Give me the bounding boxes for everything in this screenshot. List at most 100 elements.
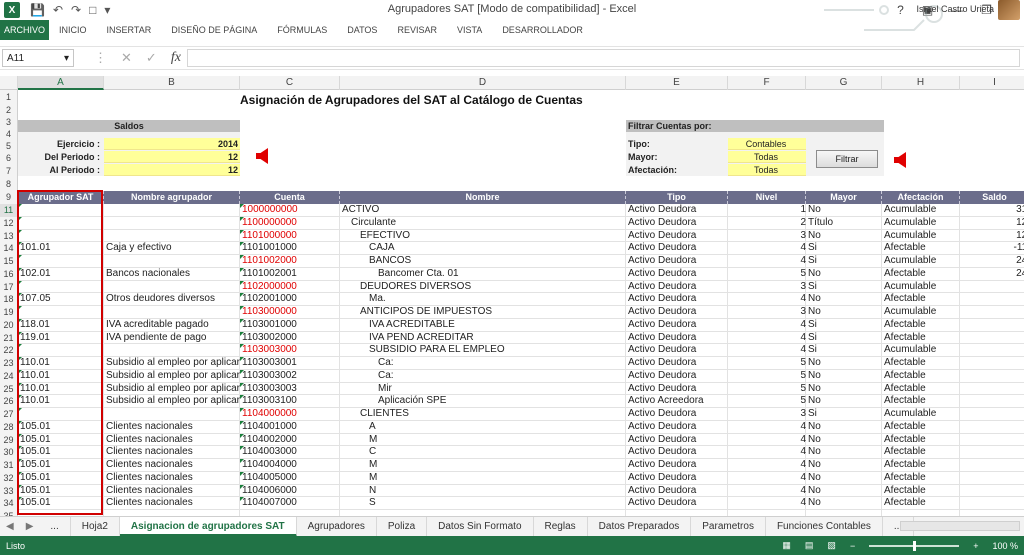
table-cell[interactable]: Afectable bbox=[884, 446, 960, 458]
table-cell[interactable]: No bbox=[808, 357, 882, 369]
row-header[interactable]: 2 bbox=[0, 104, 18, 116]
del-periodo-value[interactable]: 12 bbox=[104, 151, 240, 163]
worksheet-grid[interactable]: ABCDEFGHI 123456789101112131415161718192… bbox=[0, 76, 1024, 516]
table-cell[interactable] bbox=[962, 408, 1024, 420]
table-cell[interactable]: Afectable bbox=[884, 421, 960, 433]
table-cell[interactable]: No bbox=[808, 497, 882, 509]
customize-qat-icon[interactable]: ▾ bbox=[104, 3, 110, 17]
table-cell[interactable]: 1103003002 bbox=[242, 370, 340, 382]
row-header[interactable]: 14 bbox=[0, 242, 18, 255]
table-cell[interactable]: 105.01 bbox=[20, 497, 104, 509]
row-header[interactable]: 30 bbox=[0, 446, 18, 459]
table-cell[interactable]: 118.01 bbox=[20, 319, 104, 331]
avatar[interactable] bbox=[998, 0, 1020, 20]
table-cell[interactable] bbox=[962, 485, 1024, 497]
table-cell[interactable]: No bbox=[808, 370, 882, 382]
ribbon-tab-5[interactable]: DATOS bbox=[337, 20, 387, 40]
table-cell[interactable]: M bbox=[369, 472, 653, 484]
table-cell[interactable]: Activo Deudora bbox=[628, 408, 728, 420]
table-cell[interactable] bbox=[106, 217, 240, 229]
row-header[interactable]: 34 bbox=[0, 497, 18, 510]
ribbon-tab-7[interactable]: VISTA bbox=[447, 20, 492, 40]
table-cell[interactable]: IVA ACREDITABLE bbox=[369, 319, 653, 331]
column-header-d[interactable]: D bbox=[340, 76, 626, 90]
row-header[interactable]: 7 bbox=[0, 165, 18, 178]
table-cell[interactable]: Activo Acreedora bbox=[628, 395, 728, 407]
ejercicio-value[interactable]: 2014 bbox=[104, 138, 240, 150]
table-cell[interactable] bbox=[962, 370, 1024, 382]
row-header[interactable]: 13 bbox=[0, 229, 18, 243]
table-cell[interactable]: Si bbox=[808, 281, 882, 293]
table-cell[interactable]: No bbox=[808, 383, 882, 395]
table-cell[interactable]: Activo Deudora bbox=[628, 319, 728, 331]
table-cell[interactable]: Afectable bbox=[884, 485, 960, 497]
table-cell[interactable]: 4 bbox=[730, 459, 806, 471]
row-header[interactable]: 26 bbox=[0, 395, 18, 408]
table-cell[interactable]: 12, bbox=[962, 230, 1024, 242]
row-header[interactable]: 23 bbox=[0, 357, 18, 370]
table-cell[interactable]: Activo Deudora bbox=[628, 255, 728, 267]
column-header-i[interactable]: I bbox=[960, 76, 1024, 90]
table-cell[interactable]: M bbox=[369, 434, 653, 446]
page-layout-icon[interactable]: ▤ bbox=[805, 540, 814, 551]
table-cell[interactable]: 1 bbox=[730, 204, 806, 216]
ribbon-tab-1[interactable]: INICIO bbox=[49, 20, 97, 40]
table-cell[interactable] bbox=[20, 408, 104, 420]
table-cell[interactable]: S bbox=[369, 497, 653, 509]
table-cell[interactable]: Afectable bbox=[884, 293, 960, 305]
table-cell[interactable]: Ca: bbox=[378, 370, 662, 382]
table-cell[interactable]: 1104001000 bbox=[242, 421, 340, 433]
table-cell[interactable]: No bbox=[808, 230, 882, 242]
row-header[interactable]: 28 bbox=[0, 420, 18, 434]
row-header[interactable]: 19 bbox=[0, 306, 18, 319]
table-cell[interactable]: Clientes nacionales bbox=[106, 421, 240, 433]
zoom-slider[interactable] bbox=[869, 540, 960, 551]
zoom-in-icon[interactable]: + bbox=[973, 541, 978, 551]
table-cell[interactable]: 105.01 bbox=[20, 446, 104, 458]
table-cell[interactable]: Activo Deudora bbox=[628, 281, 728, 293]
table-cell[interactable]: 1104007000 bbox=[242, 497, 340, 509]
table-cell[interactable]: Activo Deudora bbox=[628, 332, 728, 344]
table-cell[interactable]: Activo Deudora bbox=[628, 217, 728, 229]
table-cell[interactable]: Bancos nacionales bbox=[106, 268, 240, 280]
table-cell[interactable]: No bbox=[808, 421, 882, 433]
table-cell[interactable]: Afectable bbox=[884, 434, 960, 446]
table-cell[interactable]: 5 bbox=[730, 383, 806, 395]
table-cell[interactable]: Activo Deudora bbox=[628, 357, 728, 369]
table-cell[interactable] bbox=[962, 306, 1024, 318]
column-header-e[interactable]: E bbox=[626, 76, 728, 90]
table-cell[interactable] bbox=[962, 459, 1024, 471]
table-cell[interactable]: 1103003001 bbox=[242, 357, 340, 369]
table-cell[interactable]: Activo Deudora bbox=[628, 446, 728, 458]
table-cell[interactable]: Acumulable bbox=[884, 344, 960, 356]
table-cell[interactable] bbox=[962, 497, 1024, 509]
table-cell[interactable]: 4 bbox=[730, 293, 806, 305]
table-cell[interactable] bbox=[962, 395, 1024, 407]
table-cell[interactable] bbox=[962, 281, 1024, 293]
table-cell[interactable]: 3 bbox=[730, 230, 806, 242]
table-cell[interactable] bbox=[962, 319, 1024, 331]
table-cell[interactable]: 4 bbox=[730, 255, 806, 267]
table-cell[interactable]: 1100000000 bbox=[242, 217, 340, 229]
sheet-tab-9[interactable]: Funciones Contables bbox=[766, 516, 883, 537]
table-cell[interactable]: Clientes nacionales bbox=[106, 459, 240, 471]
table-cell[interactable]: 1103003003 bbox=[242, 383, 340, 395]
table-cell[interactable]: EFECTIVO bbox=[360, 230, 644, 242]
table-cell[interactable]: Activo Deudora bbox=[628, 383, 728, 395]
afectacion-value[interactable]: Todas bbox=[728, 164, 806, 176]
row-header[interactable]: 6 bbox=[0, 152, 18, 165]
row-header[interactable]: 17 bbox=[0, 280, 18, 294]
table-cell[interactable]: No bbox=[808, 204, 882, 216]
enter-icon[interactable]: ✓ bbox=[146, 50, 157, 66]
column-header-f[interactable]: F bbox=[728, 76, 806, 90]
table-cell[interactable]: Activo Deudora bbox=[628, 204, 728, 216]
table-cell[interactable]: Circulante bbox=[351, 217, 635, 229]
row-header[interactable]: 8 bbox=[0, 178, 18, 191]
table-cell[interactable]: 24, bbox=[962, 268, 1024, 280]
table-cell[interactable]: 2 bbox=[730, 217, 806, 229]
prev-sheet-icon[interactable]: ◀ bbox=[0, 521, 20, 532]
table-cell[interactable]: 1104000000 bbox=[242, 408, 340, 420]
sheet-tab-6[interactable]: Reglas bbox=[534, 516, 588, 537]
table-cell[interactable]: 4 bbox=[730, 344, 806, 356]
table-cell[interactable]: Activo Deudora bbox=[628, 370, 728, 382]
